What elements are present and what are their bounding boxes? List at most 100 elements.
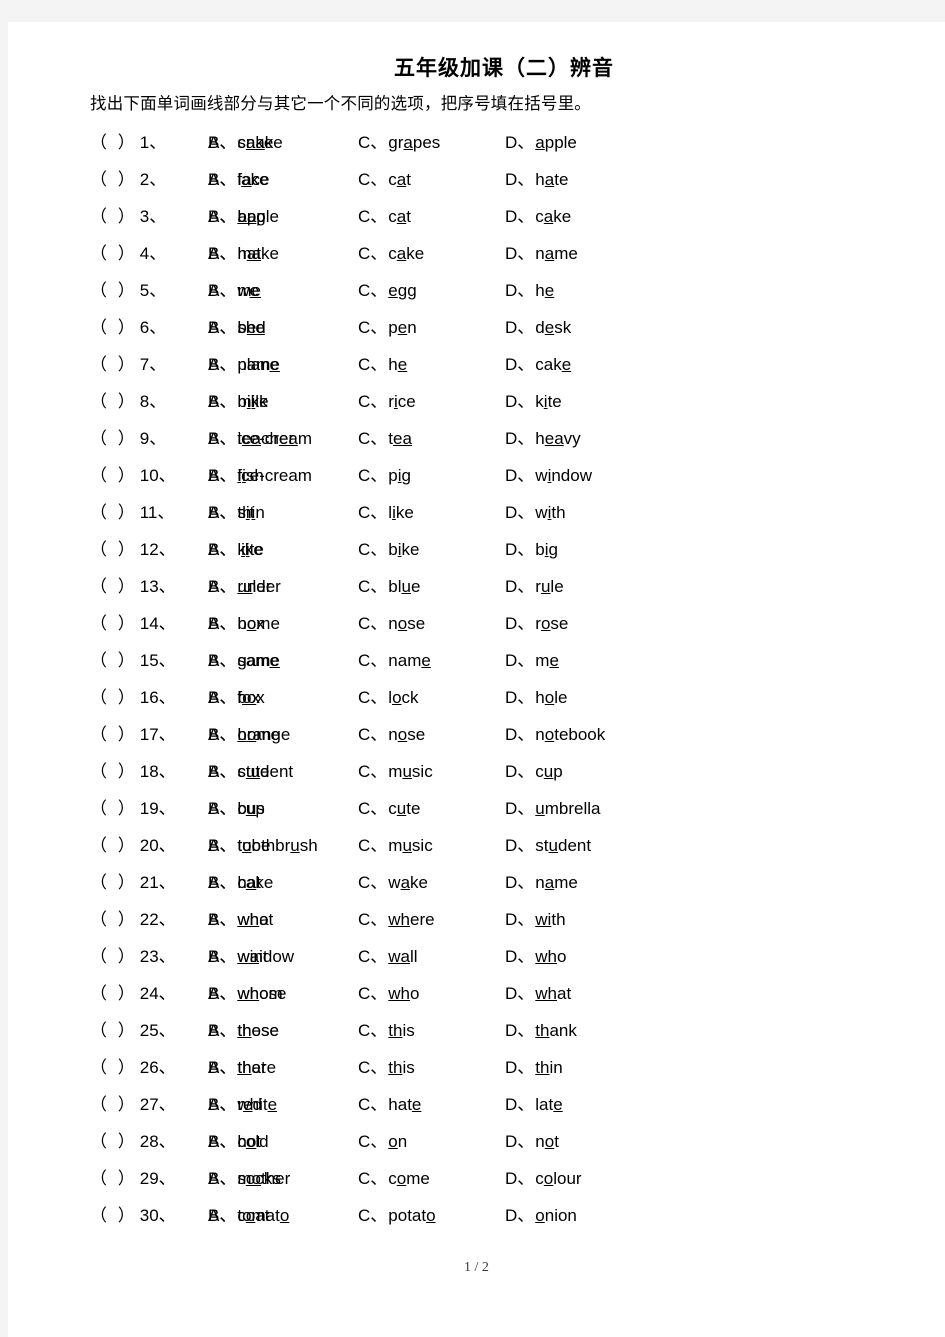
option-d[interactable]: D、student bbox=[505, 831, 591, 856]
option-b[interactable]: B、fish bbox=[208, 461, 358, 486]
option-d[interactable]: D、cake bbox=[505, 350, 571, 375]
answer-blank[interactable]: （ ） bbox=[90, 910, 138, 929]
option-b[interactable]: B、wait bbox=[208, 942, 358, 967]
option-b[interactable]: B、toothbrush bbox=[208, 831, 358, 856]
option-d[interactable]: D、cake bbox=[505, 202, 571, 227]
option-c[interactable]: C、on bbox=[358, 1127, 505, 1152]
option-b[interactable]: B、same bbox=[208, 646, 358, 671]
answer-blank[interactable]: （ ） bbox=[90, 947, 138, 966]
option-c[interactable]: C、blue bbox=[358, 572, 505, 597]
answer-blank[interactable]: （ ） bbox=[90, 577, 138, 596]
option-d[interactable]: D、rule bbox=[505, 572, 564, 597]
answer-blank[interactable]: （ ） bbox=[90, 1058, 138, 1077]
option-c[interactable]: C、cute bbox=[358, 794, 505, 819]
option-c[interactable]: C、who bbox=[358, 979, 505, 1004]
option-d[interactable]: D、notebook bbox=[505, 720, 605, 745]
option-b[interactable]: B、cup bbox=[208, 794, 358, 819]
option-d[interactable]: D、umbrella bbox=[505, 794, 601, 819]
answer-blank[interactable]: （ ） bbox=[90, 207, 138, 226]
option-d[interactable]: D、desk bbox=[505, 313, 571, 338]
option-d[interactable]: D、cup bbox=[505, 757, 563, 782]
option-d[interactable]: D、thin bbox=[505, 1053, 563, 1078]
option-c[interactable]: C、potato bbox=[358, 1201, 505, 1226]
option-d[interactable]: D、name bbox=[505, 239, 578, 264]
option-c[interactable]: C、wall bbox=[358, 942, 505, 967]
answer-blank[interactable]: （ ） bbox=[90, 466, 138, 485]
option-b[interactable]: B、ruler bbox=[208, 572, 358, 597]
option-d[interactable]: D、hole bbox=[505, 683, 567, 708]
option-d[interactable]: D、what bbox=[505, 979, 571, 1004]
answer-blank[interactable]: （ ） bbox=[90, 540, 138, 559]
option-b[interactable]: B、cute bbox=[208, 757, 358, 782]
option-b[interactable]: B、box bbox=[208, 609, 358, 634]
answer-blank[interactable]: （ ） bbox=[90, 1169, 138, 1188]
option-b[interactable]: B、there bbox=[208, 1053, 358, 1078]
answer-blank[interactable]: （ ） bbox=[90, 392, 138, 411]
option-d[interactable]: D、kite bbox=[505, 387, 562, 412]
option-d[interactable]: D、who bbox=[505, 942, 566, 967]
answer-blank[interactable]: （ ） bbox=[90, 799, 138, 818]
option-b[interactable]: B、tomato bbox=[208, 1201, 358, 1226]
option-b[interactable]: B、bed bbox=[208, 313, 358, 338]
option-d[interactable]: D、big bbox=[505, 535, 558, 560]
option-b[interactable]: B、teacher bbox=[208, 424, 358, 449]
option-c[interactable]: C、bike bbox=[358, 535, 505, 560]
option-d[interactable]: D、with bbox=[505, 905, 566, 930]
option-b[interactable]: B、snake bbox=[208, 128, 358, 153]
option-b[interactable]: B、bag bbox=[208, 202, 358, 227]
option-c[interactable]: C、come bbox=[358, 1164, 505, 1189]
option-d[interactable]: D、name bbox=[505, 868, 578, 893]
option-c[interactable]: C、name bbox=[358, 646, 505, 671]
option-d[interactable]: D、with bbox=[505, 498, 566, 523]
answer-blank[interactable]: （ ） bbox=[90, 651, 138, 670]
answer-blank[interactable]: （ ） bbox=[90, 429, 138, 448]
option-d[interactable]: D、window bbox=[505, 461, 592, 486]
option-c[interactable]: C、where bbox=[358, 905, 505, 930]
option-c[interactable]: C、lock bbox=[358, 683, 505, 708]
option-d[interactable]: D、thank bbox=[505, 1016, 577, 1041]
option-b[interactable]: B、milk bbox=[208, 387, 358, 412]
option-c[interactable]: C、hate bbox=[358, 1090, 505, 1115]
option-c[interactable]: C、music bbox=[358, 757, 505, 782]
option-d[interactable]: D、heavy bbox=[505, 424, 581, 449]
answer-blank[interactable]: （ ） bbox=[90, 762, 138, 781]
option-b[interactable]: B、whom bbox=[208, 979, 358, 1004]
option-b[interactable]: B、make bbox=[208, 239, 358, 264]
option-b[interactable]: B、name bbox=[208, 350, 358, 375]
answer-blank[interactable]: （ ） bbox=[90, 1095, 138, 1114]
answer-blank[interactable]: （ ） bbox=[90, 318, 138, 337]
option-c[interactable]: C、he bbox=[358, 350, 505, 375]
option-c[interactable]: C、pig bbox=[358, 461, 505, 486]
option-b[interactable]: B、fox bbox=[208, 683, 358, 708]
option-b[interactable]: B、cold bbox=[208, 1127, 358, 1152]
option-c[interactable]: C、cat bbox=[358, 165, 505, 190]
option-d[interactable]: D、rose bbox=[505, 609, 568, 634]
option-b[interactable]: B、white bbox=[208, 1090, 358, 1115]
option-b[interactable]: B、lake bbox=[208, 165, 358, 190]
answer-blank[interactable]: （ ） bbox=[90, 688, 138, 707]
option-b[interactable]: B、those bbox=[208, 1016, 358, 1041]
option-d[interactable]: D、me bbox=[505, 646, 559, 671]
option-c[interactable]: C、egg bbox=[358, 276, 505, 301]
option-c[interactable]: C、pen bbox=[358, 313, 505, 338]
answer-blank[interactable]: （ ） bbox=[90, 244, 138, 263]
option-b[interactable]: B、like bbox=[208, 535, 358, 560]
option-b[interactable]: B、what bbox=[208, 905, 358, 930]
option-c[interactable]: C、like bbox=[358, 498, 505, 523]
answer-blank[interactable]: （ ） bbox=[90, 725, 138, 744]
option-b[interactable]: B、hat bbox=[208, 868, 358, 893]
answer-blank[interactable]: （ ） bbox=[90, 614, 138, 633]
option-b[interactable]: B、home bbox=[208, 720, 358, 745]
answer-blank[interactable]: （ ） bbox=[90, 1206, 138, 1225]
option-c[interactable]: C、cake bbox=[358, 239, 505, 264]
option-d[interactable]: D、late bbox=[505, 1090, 563, 1115]
option-d[interactable]: D、onion bbox=[505, 1201, 577, 1226]
answer-blank[interactable]: （ ） bbox=[90, 1021, 138, 1040]
option-d[interactable]: D、apple bbox=[505, 128, 577, 153]
option-c[interactable]: C、grapes bbox=[358, 128, 505, 153]
answer-blank[interactable]: （ ） bbox=[90, 984, 138, 1003]
answer-blank[interactable]: （ ） bbox=[90, 873, 138, 892]
option-b[interactable]: B、sit bbox=[208, 498, 358, 523]
option-c[interactable]: C、tea bbox=[358, 424, 505, 449]
option-c[interactable]: C、cat bbox=[358, 202, 505, 227]
